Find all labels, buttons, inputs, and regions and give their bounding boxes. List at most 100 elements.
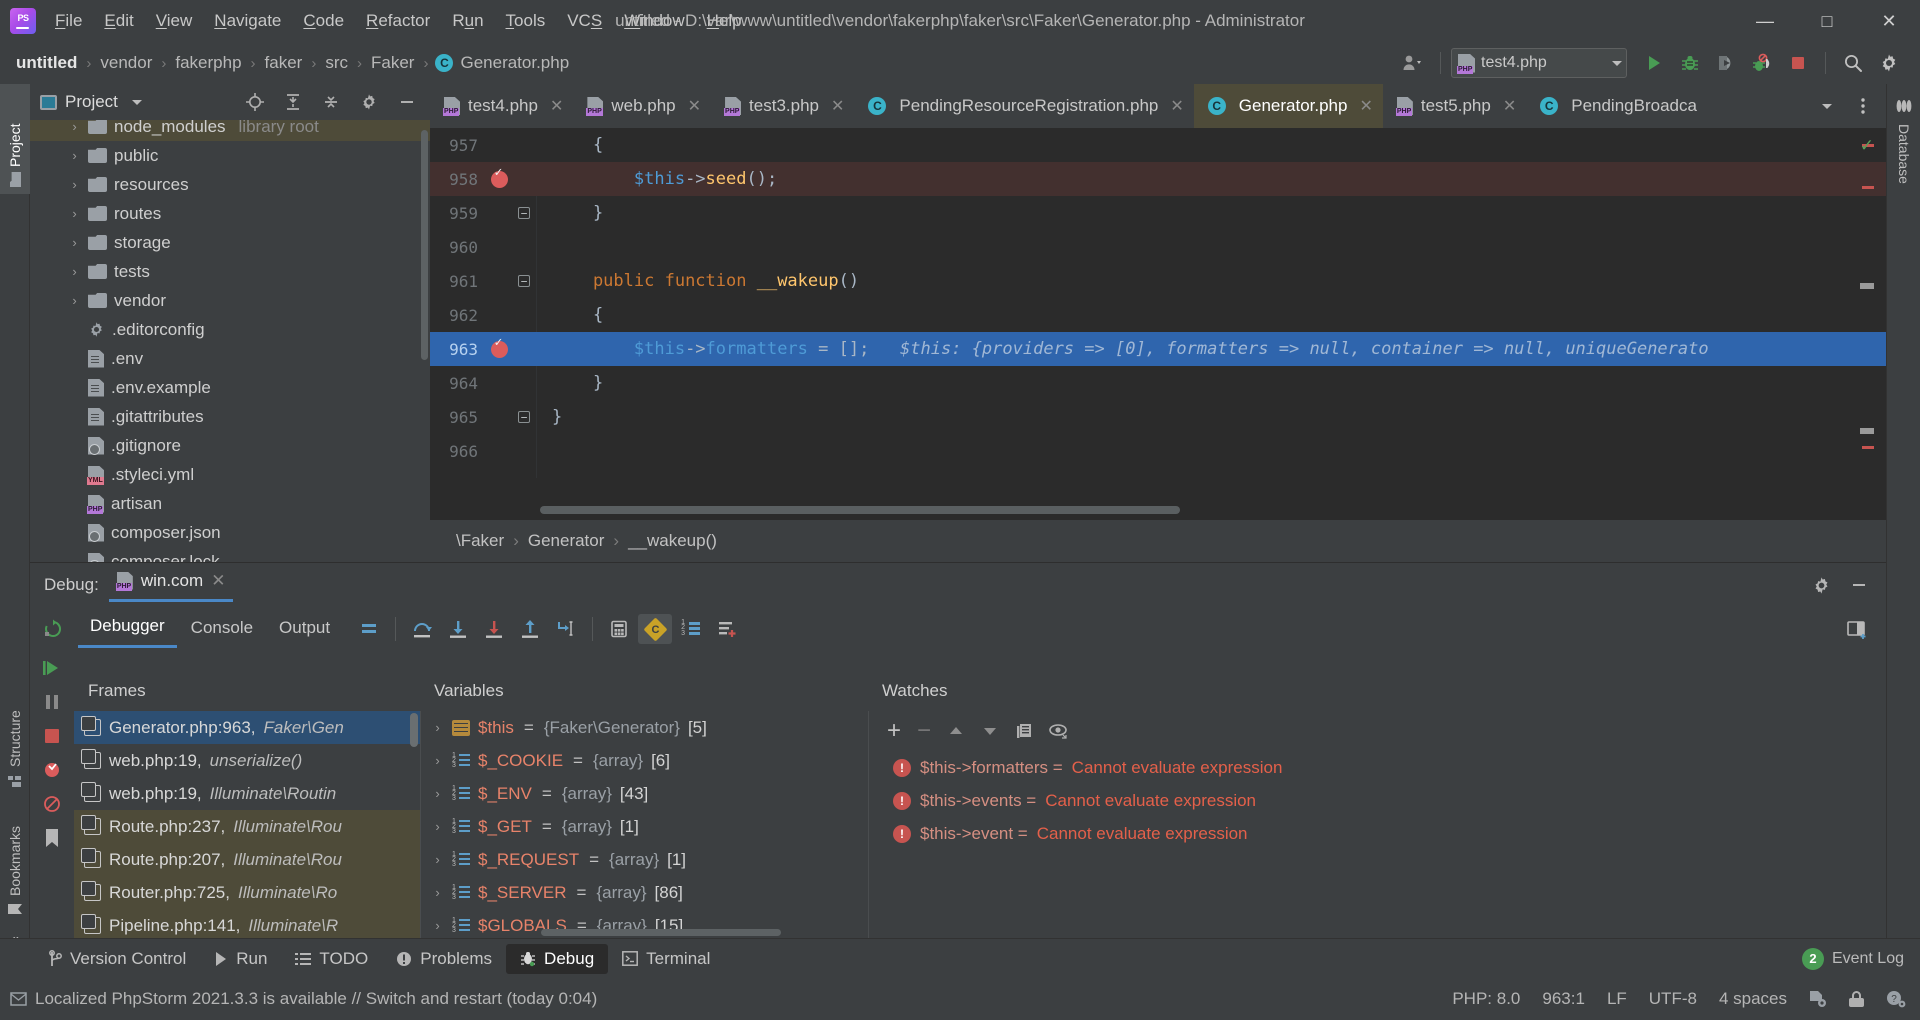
editor-tab-generator[interactable]: C Generator.php ✕ <box>1193 84 1383 128</box>
sidebar-item-bookmarks[interactable]: Bookmarks <box>0 794 30 924</box>
stop-icon[interactable] <box>1781 48 1815 78</box>
code-line-958[interactable]: 958 $this->seed(); <box>430 162 1886 196</box>
tab-console[interactable]: Console <box>179 612 265 647</box>
help-icon[interactable]: ? <box>1886 990 1906 1008</box>
chevron-right-icon[interactable]: › <box>431 819 444 834</box>
locate-icon[interactable] <box>238 87 272 117</box>
frames-scrollbar[interactable] <box>410 713 418 747</box>
close-icon[interactable]: ✕ <box>1359 96 1372 116</box>
event-log-button[interactable]: 2 Event Log <box>1801 947 1920 970</box>
remove-icon[interactable]: − <box>917 719 931 743</box>
menu-window[interactable]: Window <box>613 8 695 34</box>
move-up-icon[interactable] <box>947 724 965 738</box>
close-icon[interactable]: ✕ <box>1170 96 1183 116</box>
tab-output[interactable]: Output <box>267 612 342 647</box>
breadcrumb-item-src[interactable]: src <box>323 53 350 73</box>
tree-item-env-example[interactable]: › .env.example <box>30 373 430 402</box>
code-editor[interactable]: 957 { 958 $this->seed(); 959 − } 960 <box>430 128 1886 520</box>
menu-view[interactable]: View <box>145 8 204 34</box>
breadcrumb-item-vendor[interactable]: vendor <box>98 53 154 73</box>
tree-item-node-modules[interactable]: › node_modules library root <box>30 120 430 141</box>
variables-list[interactable]: › $this = {Faker\Generator} [5] › 123 $_… <box>420 711 868 971</box>
watch-item[interactable]: ! $this->event = Cannot evaluate express… <box>869 817 1886 850</box>
chevron-right-icon[interactable]: › <box>68 148 81 163</box>
status-caret-position[interactable]: 963:1 <box>1542 989 1585 1009</box>
inspection-ok-icon[interactable]: ✓ <box>1860 136 1874 156</box>
move-down-icon[interactable] <box>981 724 999 738</box>
search-icon[interactable] <box>1836 48 1870 78</box>
editor-horizontal-scrollbar[interactable] <box>540 506 1180 514</box>
chevron-down-icon[interactable] <box>131 99 142 105</box>
sidebar-item-project[interactable]: Project <box>0 84 30 194</box>
numbered-list-icon[interactable]: 123 <box>674 614 708 644</box>
variable-row[interactable]: › 123 $_REQUEST = {array} [1] <box>421 843 868 876</box>
tab-debugger[interactable]: Debugger <box>78 610 177 648</box>
constants-icon[interactable]: C <box>638 614 673 644</box>
tree-item-gitattributes[interactable]: › .gitattributes <box>30 402 430 431</box>
frame-item[interactable]: Route.php:237, Illuminate\Rou <box>74 810 420 843</box>
sidebar-item-database[interactable]: Database <box>1887 90 1920 192</box>
menu-tools[interactable]: Tools <box>495 8 557 34</box>
menu-refactor[interactable]: Refactor <box>355 8 441 34</box>
chevron-right-icon[interactable]: › <box>431 786 444 801</box>
fold-start-icon[interactable]: − <box>512 275 536 287</box>
editor-tab-test3[interactable]: PHP test3.php ✕ <box>711 84 854 128</box>
mute-breakpoints-icon[interactable] <box>35 787 69 821</box>
breadcrumb-item-file[interactable]: Generator.php <box>458 53 571 73</box>
chevron-right-icon[interactable]: › <box>68 264 81 279</box>
variable-row[interactable]: › $this = {Faker\Generator} [5] <box>421 711 868 744</box>
more-vertical-icon[interactable] <box>1846 91 1880 121</box>
menu-code[interactable]: Code <box>292 8 355 34</box>
menu-edit[interactable]: Edit <box>93 8 144 34</box>
variables-scrollbar[interactable] <box>541 929 781 936</box>
chevron-right-icon[interactable]: › <box>68 293 81 308</box>
breadcrumb-item-project[interactable]: untitled <box>14 53 79 73</box>
chevron-right-icon[interactable]: › <box>431 720 444 735</box>
close-button[interactable]: ✕ <box>1858 0 1920 42</box>
chevron-right-icon[interactable]: › <box>431 753 444 768</box>
tree-item-composer-json[interactable]: › composer.json <box>30 518 430 547</box>
code-line-962[interactable]: 962 { <box>430 298 1886 332</box>
close-icon[interactable]: ✕ <box>1503 96 1516 116</box>
code-line-957[interactable]: 957 { <box>430 128 1886 162</box>
status-line-separator[interactable]: LF <box>1607 989 1627 1009</box>
code-line-961[interactable]: 961 − public function __wakeup() <box>430 264 1886 298</box>
fold-end-icon[interactable]: − <box>512 411 536 423</box>
frame-item[interactable]: Route.php:207, Illuminate\Rou <box>74 843 420 876</box>
editor-tab-test4[interactable]: PHP test4.php ✕ <box>430 84 573 128</box>
unlocked-icon[interactable] <box>1849 991 1864 1007</box>
status-php-version[interactable]: PHP: 8.0 <box>1452 989 1520 1009</box>
code-line-963[interactable]: 963 $this->formatters = []; $this: {prov… <box>430 332 1886 366</box>
menu-run[interactable]: Run <box>441 8 494 34</box>
tree-item-public[interactable]: › public <box>30 141 430 170</box>
variable-row[interactable]: › 123 $_ENV = {array} [43] <box>421 777 868 810</box>
add-icon[interactable]: + <box>887 719 901 743</box>
tree-item-resources[interactable]: › resources <box>30 170 430 199</box>
chevron-right-icon[interactable]: › <box>68 206 81 221</box>
chevron-right-icon[interactable]: › <box>68 120 81 134</box>
run-with-coverage-icon[interactable] <box>1709 48 1743 78</box>
expand-all-icon[interactable] <box>276 87 310 117</box>
breakpoint-icon[interactable] <box>486 165 512 188</box>
tree-item-env[interactable]: › .env <box>30 344 430 373</box>
run-icon[interactable] <box>1637 48 1671 78</box>
tree-item-storage[interactable]: › storage <box>30 228 430 257</box>
breadcrumb-item-faker[interactable]: faker <box>263 53 305 73</box>
view-breakpoints-icon[interactable] <box>35 753 69 787</box>
layout-settings-icon[interactable] <box>1840 614 1874 644</box>
menu-help[interactable]: Help <box>696 8 753 34</box>
notification-icon[interactable] <box>10 991 27 1008</box>
breadcrumb-item-fakerphp[interactable]: fakerphp <box>173 53 243 73</box>
code-line-965[interactable]: 965 − } <box>430 400 1886 434</box>
tree-item-routes[interactable]: › routes <box>30 199 430 228</box>
editor-tab-pending-broadcast[interactable]: C PendingBroadca <box>1526 84 1707 128</box>
evaluate-expression-icon[interactable] <box>602 614 636 644</box>
bookmarks-icon[interactable] <box>35 821 69 855</box>
chevron-right-icon[interactable]: › <box>68 177 81 192</box>
menu-vcs[interactable]: VCS <box>556 8 613 34</box>
settings-gear-icon[interactable] <box>352 87 386 117</box>
editor-tab-web[interactable]: PHP web.php ✕ <box>573 84 711 128</box>
tree-item-composer-lock[interactable]: › composer.lock <box>30 547 430 562</box>
rerun-icon[interactable] <box>36 614 70 644</box>
variable-row[interactable]: › 123 $_GET = {array} [1] <box>421 810 868 843</box>
